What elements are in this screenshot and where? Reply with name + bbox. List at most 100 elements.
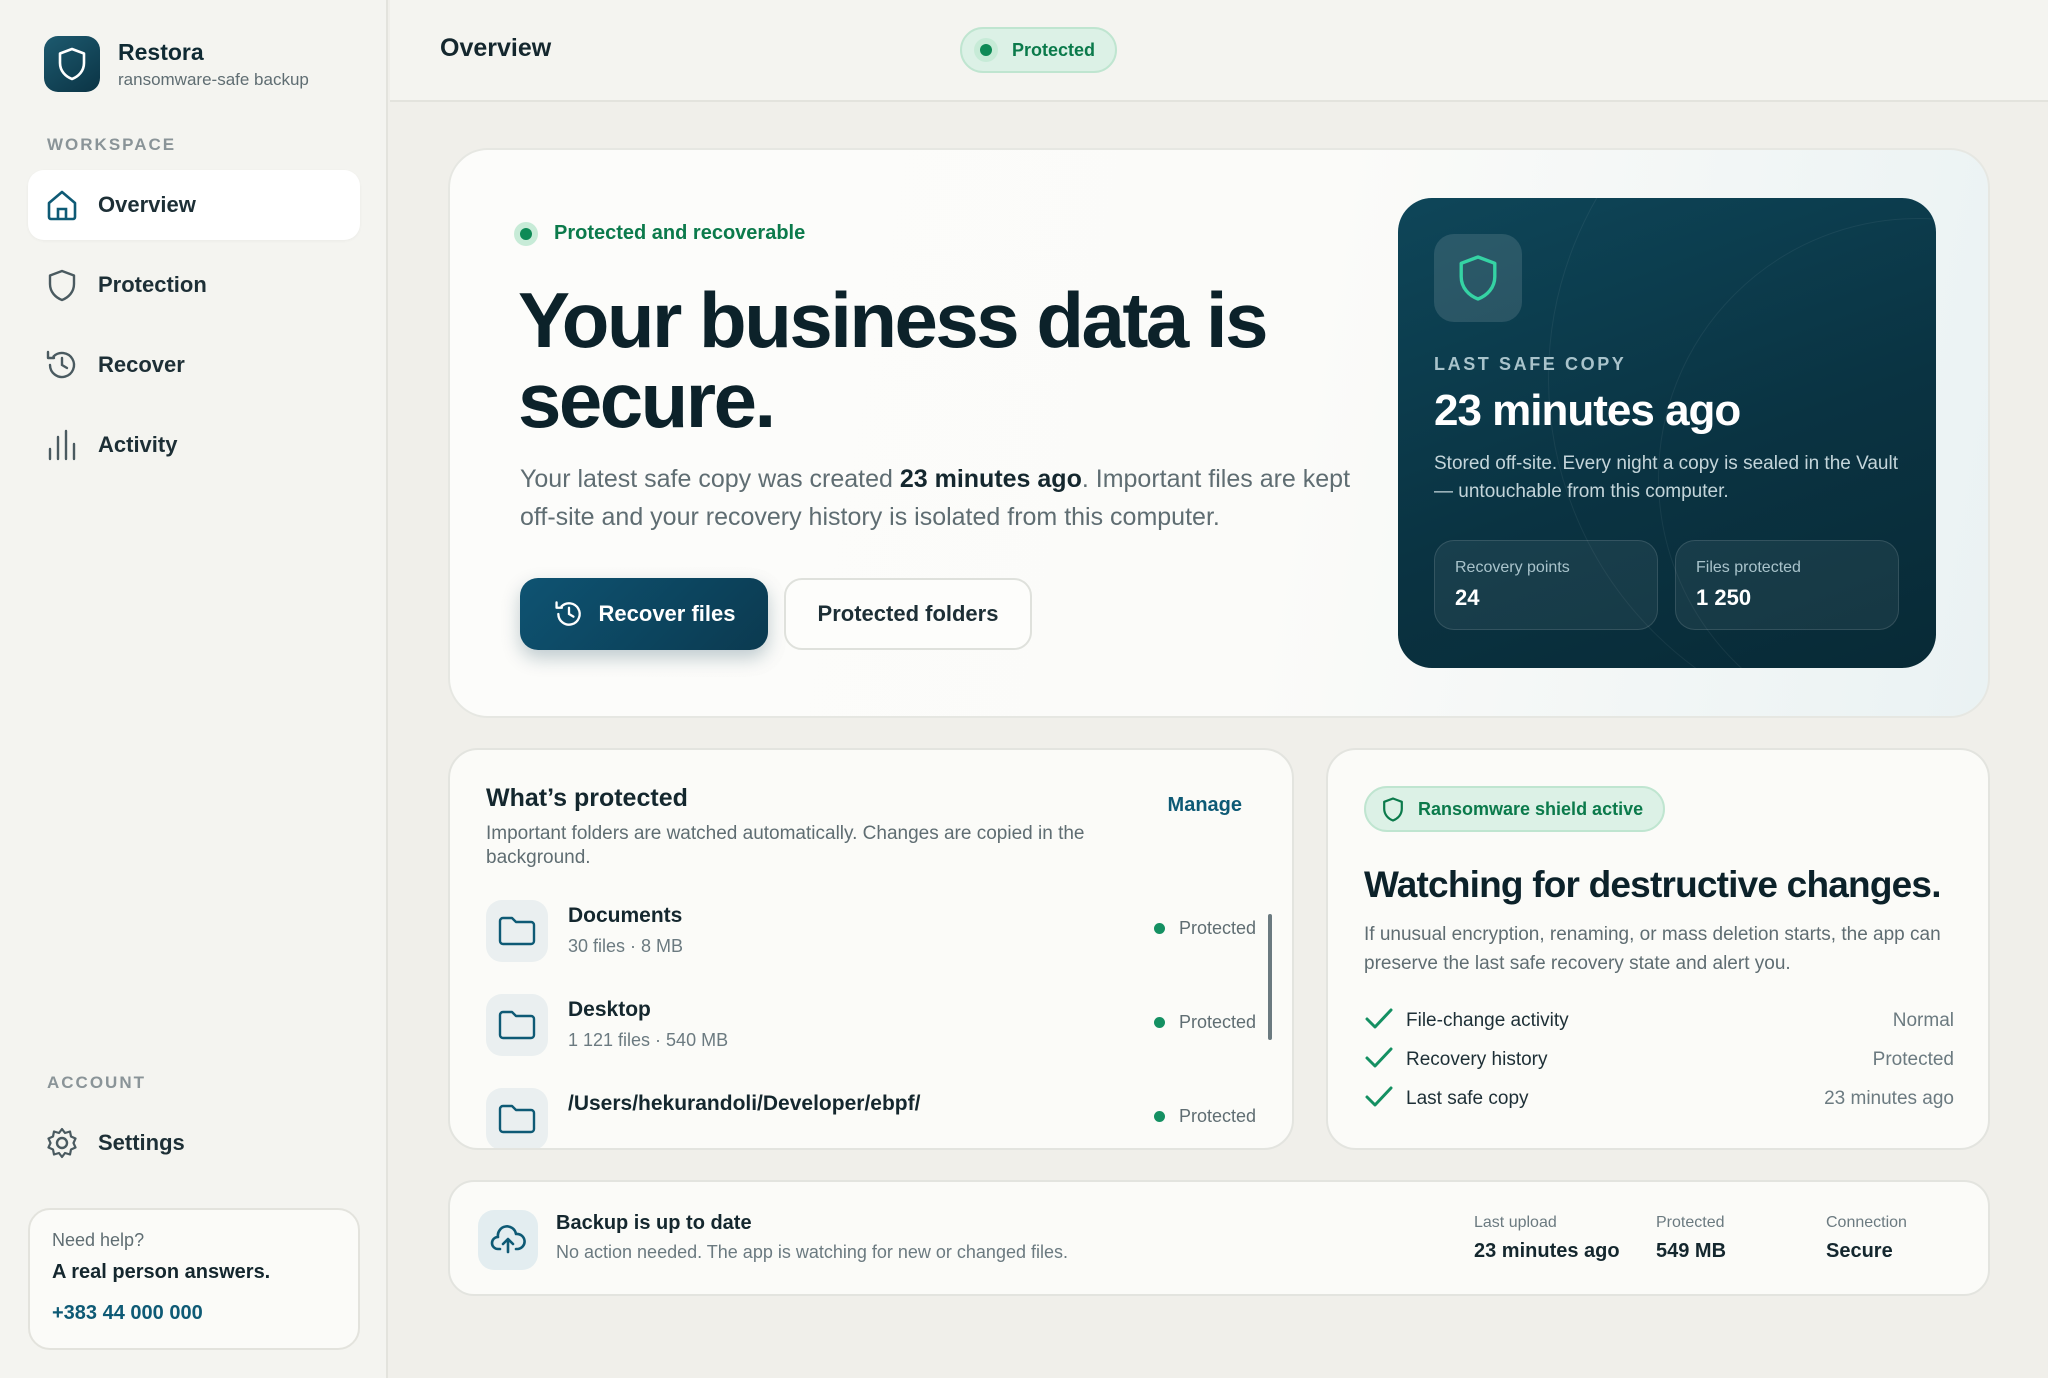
folder-meta: 1 121 files · 540 MB (568, 1030, 729, 1050)
check-icon (1364, 1045, 1394, 1077)
stat-value: Secure (1826, 1240, 1893, 1262)
cloud-upload-icon (478, 1210, 538, 1270)
status-badge-label: Protected (1012, 39, 1096, 60)
shield-badge-label: Ransomware shield active (1418, 798, 1644, 819)
home-icon (44, 187, 80, 223)
folder-icon (486, 1088, 548, 1148)
last-upload-stat: Last upload 23 minutes ago (1474, 1214, 1620, 1263)
check-value: Normal (1892, 1010, 1954, 1031)
check-value: 23 minutes ago (1824, 1088, 1954, 1109)
check-icon (1364, 1084, 1394, 1116)
help-phone-link[interactable]: +383 44 000 000 (52, 1302, 336, 1325)
sidebar-item-label: Activity (98, 432, 178, 457)
check-icon (1364, 1006, 1394, 1038)
shield-logo-icon (44, 36, 100, 92)
status-dot (520, 227, 532, 240)
sidebar-item-settings[interactable]: Settings (28, 1108, 360, 1178)
sidebar-item-protection[interactable]: Protection (28, 250, 360, 320)
vault-label: LAST SAFE COPY (1434, 354, 1627, 374)
check-label: File-change activity (1406, 1010, 1569, 1031)
recover-files-label: Recover files (598, 601, 736, 626)
shield-icon (1382, 796, 1404, 822)
check-row: Last safe copy 23 minutes ago (1364, 1084, 1954, 1114)
folder-status-label: Protected (1178, 918, 1256, 938)
stat-label: Protected (1656, 1214, 1725, 1231)
shield-status-badge: Ransomware shield active (1364, 786, 1666, 832)
sidebar-item-label: Recover (98, 352, 185, 377)
vault-description: Stored off-site. Every night a copy is s… (1434, 453, 1898, 502)
history-icon (44, 347, 80, 383)
folder-list-scrollbar[interactable] (1268, 914, 1272, 1040)
folder-status: Protected (1153, 1012, 1256, 1033)
brand-tagline: ransomware-safe backup (118, 69, 309, 89)
account-section-label: ACCOUNT (47, 1073, 146, 1092)
files-protected-stat: Files protected 1 250 (1675, 540, 1899, 630)
folder-status: Protected (1153, 918, 1256, 939)
hero-status: Protected and recoverable (520, 222, 805, 245)
page-title: Overview (440, 34, 552, 62)
folder-row[interactable]: /Users/hekurandoli/Developer/ebpf/ Prote… (486, 1088, 1256, 1148)
sidebar-item-recover[interactable]: Recover (28, 330, 360, 400)
sidebar: Restora ransomware-safe backup WORKSPACE… (0, 0, 388, 1378)
protected-size-stat: Protected 549 MB (1656, 1214, 1726, 1263)
brand[interactable]: Restora ransomware-safe backup (44, 36, 309, 92)
top-header: Overview Protected (390, 0, 2048, 102)
brand-name: Restora (118, 38, 204, 65)
card-title: What’s protected (486, 784, 688, 812)
whats-protected-card: What’s protected Important folders are w… (448, 748, 1294, 1150)
sidebar-item-label: Protection (98, 272, 207, 297)
folder-row[interactable]: Desktop 1 121 files · 540 MB Protected (486, 994, 1256, 1060)
help-card: Need help? A real person answers. +383 4… (28, 1208, 360, 1350)
folder-name: Documents (568, 904, 683, 927)
card-description: If unusual encryption, renaming, or mass… (1364, 924, 1941, 974)
connection-stat: Connection Secure (1826, 1214, 1907, 1263)
stat-value: 549 MB (1656, 1240, 1727, 1262)
workspace-section-label: WORKSPACE (47, 135, 177, 154)
help-question: Need help? (52, 1230, 145, 1250)
sidebar-item-label: Settings (98, 1130, 185, 1155)
hero-title: Your business data is secure. (518, 276, 1268, 444)
shield-icon (44, 267, 80, 303)
status-title: Backup is up to date (556, 1212, 752, 1234)
folder-name: /Users/hekurandoli/Developer/ebpf/ (568, 1092, 921, 1115)
help-answer: A real person answers. (52, 1261, 271, 1283)
folder-status-label: Protected (1178, 1012, 1256, 1032)
check-label: Recovery history (1406, 1049, 1548, 1070)
sidebar-item-label: Overview (98, 192, 196, 217)
hero-status-label: Protected and recoverable (554, 222, 806, 244)
folder-icon (486, 994, 548, 1056)
stat-value: 24 (1455, 585, 1480, 610)
hero-desc-highlight: 23 minutes ago (899, 465, 1082, 493)
protected-folders-button[interactable]: Protected folders (784, 578, 1032, 650)
stat-label: Last upload (1474, 1214, 1557, 1231)
card-title: Watching for destructive changes. (1364, 864, 1941, 905)
check-value: Protected (1872, 1049, 1954, 1070)
activity-icon (44, 427, 80, 463)
stat-label: Connection (1826, 1214, 1907, 1231)
status-subtitle: No action needed. The app is watching fo… (556, 1242, 1068, 1262)
stat-value: 23 minutes ago (1474, 1240, 1620, 1262)
status-dot (1153, 1111, 1165, 1122)
folder-meta: 30 files · 8 MB (568, 936, 684, 956)
shield-icon (1434, 234, 1522, 322)
status-dot (1153, 923, 1165, 934)
stat-label: Recovery points (1455, 559, 1570, 576)
folder-status: Protected (1153, 1106, 1256, 1127)
hero-card: Protected and recoverable Your business … (448, 148, 1990, 718)
hero-desc-text: Your latest safe copy was created (520, 465, 900, 493)
folder-row[interactable]: Documents 30 files · 8 MB Protected (486, 900, 1256, 966)
manage-link[interactable]: Manage (1168, 794, 1242, 817)
sidebar-item-overview[interactable]: Overview (28, 170, 360, 240)
check-row: File-change activity Normal (1364, 1006, 1954, 1036)
backup-status-bar: Backup is up to date No action needed. T… (448, 1180, 1990, 1296)
recovery-points-stat: Recovery points 24 (1434, 540, 1658, 630)
status-badge: Protected (960, 27, 1118, 73)
account-nav: Settings (28, 1108, 360, 1188)
check-label: Last safe copy (1406, 1088, 1529, 1109)
status-dot (980, 44, 992, 56)
sidebar-item-activity[interactable]: Activity (28, 410, 360, 480)
recover-files-button[interactable]: Recover files (520, 578, 768, 650)
card-description: Important folders are watched automatica… (486, 823, 1085, 868)
folder-icon (486, 900, 548, 962)
folder-status-label: Protected (1178, 1106, 1256, 1126)
